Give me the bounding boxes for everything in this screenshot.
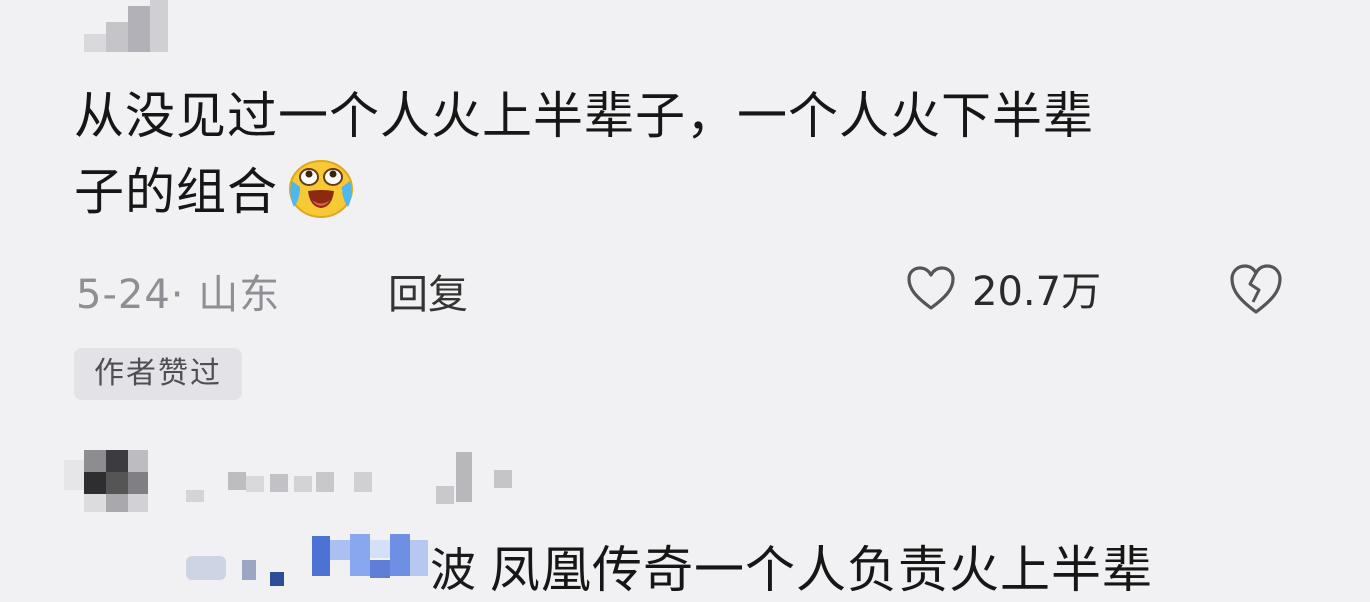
broken-heart-icon: [1230, 264, 1282, 314]
heart-outline-icon: [907, 266, 955, 310]
reply-button[interactable]: 回复: [388, 262, 468, 320]
like-count: 20.7万: [972, 269, 1102, 315]
reply-username-tail[interactable]: 波: [430, 534, 476, 600]
dislike-button[interactable]: [1228, 262, 1284, 316]
comment-text-line-2: 子的组合: [74, 154, 1304, 230]
comment-date-location: 5-24· 山东: [76, 272, 281, 318]
author-liked-badge: 作者赞过: [74, 348, 242, 400]
comment-text: 从没见过一个人火上半辈子，一个人火下半辈 子的组合: [74, 78, 1304, 230]
crying-laughing-emoji-icon: [289, 160, 353, 218]
like-button[interactable]: 20.7万: [906, 258, 1101, 318]
comment-text-line-1: 从没见过一个人火上半辈子，一个人火下半辈: [74, 87, 1094, 145]
reply-text: 凤凰传奇一个人负责火上半辈: [490, 541, 1153, 599]
